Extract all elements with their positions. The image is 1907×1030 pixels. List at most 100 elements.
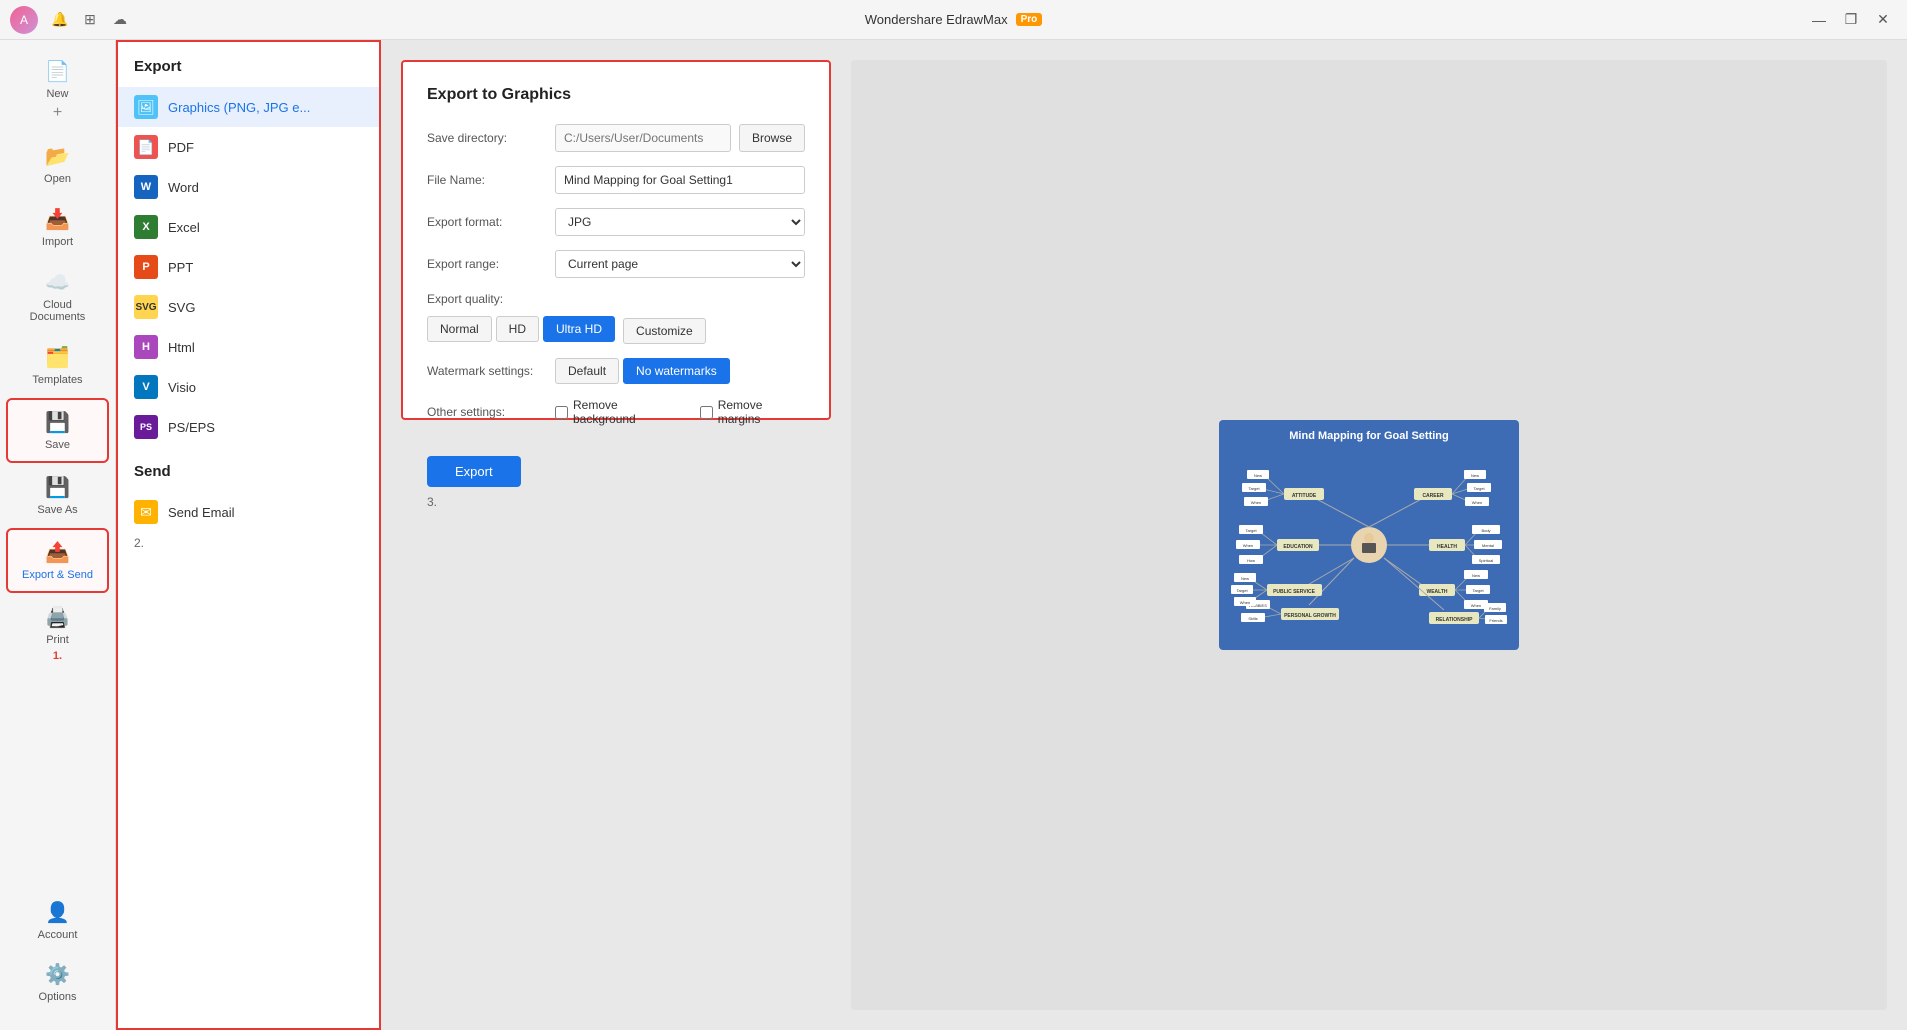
- svg-text:New: New: [1472, 573, 1480, 578]
- sidebar-item-options[interactable]: ⚙️ Options: [6, 952, 109, 1013]
- new-label: New: [46, 88, 68, 100]
- quality-normal-button[interactable]: Normal: [427, 316, 492, 342]
- share-icon[interactable]: ⊞: [76, 6, 104, 34]
- html-icon: H: [134, 335, 158, 359]
- export-range-row: Export range: Current page All pages Sel…: [427, 250, 805, 278]
- remove-background-label: Remove background: [573, 398, 680, 426]
- sidebar-item-cloud[interactable]: ☁️ Cloud Documents: [6, 260, 109, 333]
- watermark-none-button[interactable]: No watermarks: [623, 358, 730, 384]
- svg-text:When: When: [1240, 600, 1250, 605]
- remove-margins-item[interactable]: Remove margins: [700, 398, 805, 426]
- avatar: A: [10, 6, 38, 34]
- svg-text:Target: Target: [1248, 486, 1260, 491]
- export-button[interactable]: Export: [427, 456, 521, 487]
- pseps-icon: PS: [134, 415, 158, 439]
- sidebar-item-print[interactable]: 🖨️ Print 1.: [6, 595, 109, 672]
- svg-text:HEALTH: HEALTH: [1437, 544, 1457, 550]
- save-directory-row: Save directory: Browse: [427, 124, 805, 152]
- watermark-default-button[interactable]: Default: [555, 358, 619, 384]
- send-section: Send ✉ Send Email: [118, 463, 379, 532]
- svg-text:ATTITUDE: ATTITUDE: [1292, 493, 1317, 499]
- remove-margins-label: Remove margins: [718, 398, 805, 426]
- svg-text:New: New: [1241, 576, 1249, 581]
- maximize-button[interactable]: ❐: [1837, 6, 1865, 34]
- save-directory-input[interactable]: [555, 124, 731, 152]
- export-range-select[interactable]: Current page All pages Selected objects: [555, 250, 805, 278]
- cloud-label: Cloud Documents: [14, 299, 101, 323]
- notifications-icon[interactable]: 🔔: [46, 6, 74, 34]
- sidebar-item-open[interactable]: 📂 Open: [6, 134, 109, 195]
- remove-margins-checkbox[interactable]: [700, 406, 713, 419]
- export-format-label: Export format:: [427, 215, 547, 229]
- export-item-html[interactable]: H Html: [118, 327, 379, 367]
- import-label: Import: [42, 236, 73, 248]
- sidebar-item-export[interactable]: 📤 Export & Send: [6, 528, 109, 593]
- svg-text:Target: Target: [1245, 528, 1257, 533]
- remove-background-checkbox[interactable]: [555, 406, 568, 419]
- new-icon: 📄: [45, 59, 70, 84]
- export-panel-step: 2.: [118, 532, 379, 554]
- dialog-step-label: 3.: [427, 495, 805, 509]
- export-item-svg[interactable]: SVG SVG: [118, 287, 379, 327]
- print-icon: 🖨️: [45, 605, 70, 630]
- file-name-label: File Name:: [427, 173, 547, 187]
- svg-text:Mental: Mental: [1482, 543, 1494, 548]
- templates-icon: 🗂️: [45, 345, 70, 370]
- new-left: 📄 New: [45, 59, 70, 100]
- svg-text:Target: Target: [1472, 588, 1484, 593]
- window-controls: — ❐ ✕: [1805, 6, 1897, 34]
- export-icon: 📤: [45, 540, 70, 565]
- save-directory-label: Save directory:: [427, 131, 547, 145]
- sidebar-item-templates[interactable]: 🗂️ Templates: [6, 335, 109, 396]
- sidebar-item-account[interactable]: 👤 Account: [6, 890, 109, 951]
- customize-button[interactable]: Customize: [623, 318, 706, 344]
- visio-label: Visio: [168, 380, 196, 395]
- sidebar-bottom: 👤 Account ⚙️ Options: [0, 889, 115, 1022]
- export-item-graphics[interactable]: 🖼 Graphics (PNG, JPG e...: [118, 87, 379, 127]
- sidebar-item-saveas[interactable]: 💾 Save As: [6, 465, 109, 526]
- export-panel: Export 🖼 Graphics (PNG, JPG e... 📄 PDF W…: [116, 40, 381, 1030]
- browse-button[interactable]: Browse: [739, 124, 805, 152]
- svg-text:How: How: [1247, 558, 1255, 563]
- sidebar-item-save[interactable]: 💾 Save: [6, 398, 109, 463]
- export-item-visio[interactable]: V Visio: [118, 367, 379, 407]
- save-icon: 💾: [45, 410, 70, 435]
- options-icon: ⚙️: [45, 962, 70, 987]
- remove-background-item[interactable]: Remove background: [555, 398, 680, 426]
- svg-text:PERSONAL GROWTH: PERSONAL GROWTH: [1284, 613, 1336, 619]
- word-label: Word: [168, 180, 199, 195]
- saveas-icon: 💾: [45, 475, 70, 500]
- export-item-pseps[interactable]: PS PS/EPS: [118, 407, 379, 447]
- file-name-input[interactable]: [555, 166, 805, 194]
- minimize-button[interactable]: —: [1805, 6, 1833, 34]
- close-button[interactable]: ✕: [1869, 6, 1897, 34]
- svg-label: SVG: [168, 300, 195, 315]
- sidebar-item-import[interactable]: 📥 Import: [6, 197, 109, 258]
- export-format-row: Export format: JPG PNG BMP GIF TIFF: [427, 208, 805, 236]
- cloud-icon[interactable]: ☁: [106, 6, 134, 34]
- svg-text:When: When: [1472, 500, 1482, 505]
- svg-text:Skills: Skills: [1248, 616, 1257, 621]
- account-icon: 👤: [45, 900, 70, 925]
- quality-ultrahd-button[interactable]: Ultra HD: [543, 316, 615, 342]
- open-label: Open: [44, 173, 71, 185]
- export-dialog: Export to Graphics Save directory: Brows…: [401, 60, 831, 420]
- send-item-email[interactable]: ✉ Send Email: [118, 492, 379, 532]
- export-format-select[interactable]: JPG PNG BMP GIF TIFF: [555, 208, 805, 236]
- export-item-ppt[interactable]: P PPT: [118, 247, 379, 287]
- title-bar: A 🔔 ⊞ ☁ Wondershare EdrawMax Pro — ❐ ✕: [0, 0, 1907, 40]
- export-item-excel[interactable]: X Excel: [118, 207, 379, 247]
- options-label: Options: [39, 991, 77, 1003]
- html-label: Html: [168, 340, 195, 355]
- export-item-word[interactable]: W Word: [118, 167, 379, 207]
- svg-text:Friends: Friends: [1489, 618, 1502, 623]
- svg-text:New: New: [1254, 473, 1262, 478]
- other-settings-row: Other settings: Remove background Remove…: [427, 398, 805, 426]
- sidebar-item-new[interactable]: 📄 New +: [6, 49, 109, 132]
- export-item-pdf[interactable]: 📄 PDF: [118, 127, 379, 167]
- quality-hd-button[interactable]: HD: [496, 316, 539, 342]
- print-label: Print: [46, 634, 69, 646]
- svg-text:WEALTH: WEALTH: [1426, 589, 1447, 595]
- graphics-icon: 🖼: [134, 95, 158, 119]
- ppt-label: PPT: [168, 260, 193, 275]
